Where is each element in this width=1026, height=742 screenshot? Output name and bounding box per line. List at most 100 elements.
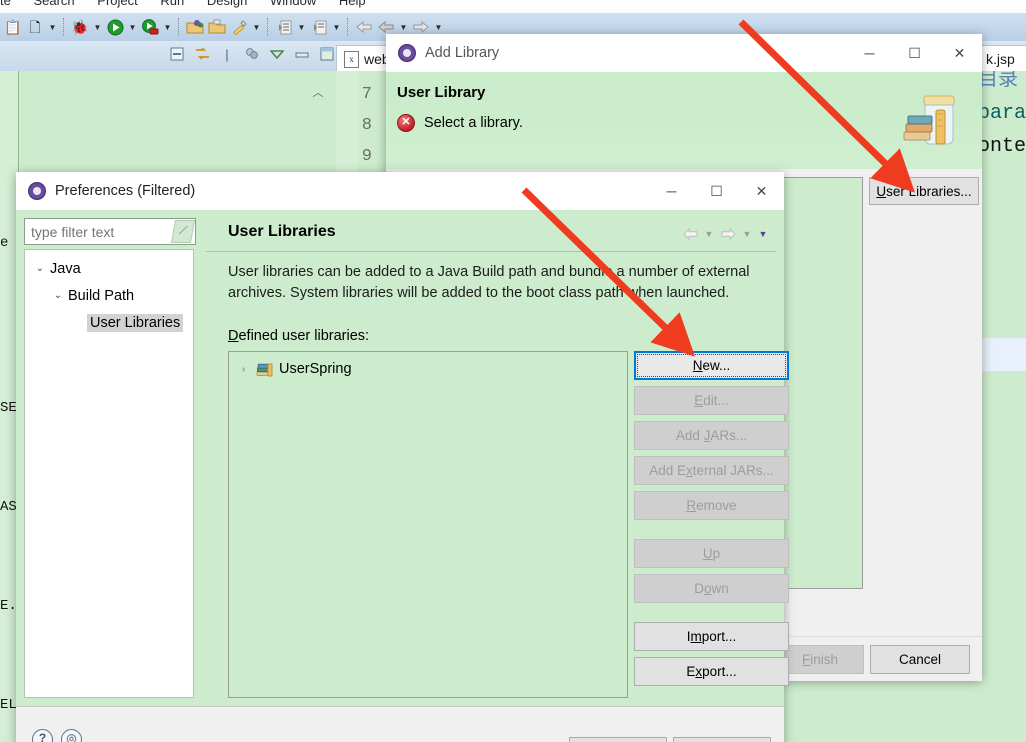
chevron-down-icon[interactable]: ⌄ bbox=[51, 290, 65, 301]
minimize-icon[interactable] bbox=[293, 45, 311, 63]
mnemonic-letter: R bbox=[686, 498, 697, 513]
new-wizard-dropdown[interactable]: ▼ bbox=[46, 16, 59, 38]
close-icon[interactable]: ✕ bbox=[937, 34, 982, 72]
tree-item-label: Java bbox=[50, 260, 81, 277]
forward-icon[interactable] bbox=[718, 224, 738, 244]
list-item[interactable]: › UserSpring bbox=[229, 358, 627, 380]
up-button[interactable]: Up bbox=[634, 539, 789, 568]
preferences-tree[interactable]: ⌄ Java ⌄ Build Path User Libraries bbox=[24, 249, 194, 698]
defined-libraries-label: Defined user libraries: bbox=[228, 328, 369, 344]
run-server-icon[interactable] bbox=[139, 16, 161, 38]
clear-filter-icon[interactable]: ⟋ bbox=[170, 220, 196, 243]
new-wizard-icon[interactable]: 🗋 bbox=[24, 16, 46, 38]
remove-button[interactable]: Remove bbox=[634, 491, 789, 520]
help-icon[interactable]: ? bbox=[32, 729, 53, 742]
add-external-jars-button[interactable]: Add External JARs... bbox=[634, 456, 789, 485]
cancel-button[interactable]: Cancel bbox=[673, 737, 771, 742]
tree-item-user-libraries[interactable]: User Libraries bbox=[25, 309, 193, 336]
preferences-body: ⟋ ⌄ Java ⌄ Build Path User Libraries Use… bbox=[16, 210, 789, 706]
chevron-right-icon[interactable]: › bbox=[237, 364, 250, 375]
next-annotation-icon[interactable] bbox=[273, 16, 295, 38]
defined-libraries-label-rest: efined user libraries: bbox=[238, 328, 370, 344]
page-menu-icon[interactable]: ▼ bbox=[756, 224, 770, 244]
new-java-class-icon[interactable]: 📋 bbox=[2, 16, 24, 38]
forward-dropdown[interactable]: ▼ bbox=[740, 224, 754, 244]
link-with-editor-icon[interactable] bbox=[193, 45, 211, 63]
next-annotation-dropdown[interactable]: ▼ bbox=[295, 16, 308, 38]
scroll-up-icon[interactable]: ︿ bbox=[310, 83, 326, 101]
menu-item[interactable]: Design bbox=[207, 0, 247, 8]
tree-item-java[interactable]: ⌄ Java bbox=[25, 255, 193, 282]
run-dropdown[interactable]: ▼ bbox=[126, 16, 139, 38]
menu-item[interactable]: Project bbox=[97, 0, 137, 8]
list-item-label: UserSpring bbox=[279, 361, 352, 377]
down-button[interactable]: Down bbox=[634, 574, 789, 603]
menu-item[interactable]: Help bbox=[339, 0, 366, 8]
preferences-dialog: Preferences (Filtered) ─ ☐ ✕ ⟋ ⌄ Java ⌄ … bbox=[16, 172, 789, 742]
minimize-icon[interactable]: ─ bbox=[847, 34, 892, 72]
preferences-titlebar: Preferences (Filtered) ─ ☐ ✕ bbox=[16, 172, 784, 211]
edit-button-label-rest: dit... bbox=[703, 393, 729, 408]
tree-item-build-path[interactable]: ⌄ Build Path bbox=[25, 282, 193, 309]
import-button[interactable]: Import... bbox=[634, 622, 789, 651]
back-dropdown[interactable]: ▼ bbox=[702, 224, 716, 244]
button-group-gap bbox=[634, 609, 789, 622]
maximize-icon[interactable] bbox=[318, 45, 336, 63]
tree-item-label: Build Path bbox=[68, 287, 135, 304]
add-jars-label-rest: ARs... bbox=[710, 428, 748, 443]
line-number: 8 bbox=[361, 116, 372, 135]
debug-dropdown[interactable]: ▼ bbox=[91, 16, 104, 38]
line-number: 7 bbox=[361, 85, 372, 104]
view-menu-icon[interactable] bbox=[268, 45, 286, 63]
add-library-title: Add Library bbox=[425, 45, 500, 61]
menu-item[interactable]: Search bbox=[33, 0, 74, 8]
export-button[interactable]: Export... bbox=[634, 657, 789, 686]
run-icon[interactable] bbox=[104, 16, 126, 38]
page-description: User libraries can be added to a Java Bu… bbox=[228, 264, 750, 301]
user-libraries-button[interactable]: User Libraries... bbox=[869, 177, 979, 205]
collapse-all-icon[interactable] bbox=[168, 45, 186, 63]
search-dropdown[interactable]: ▼ bbox=[250, 16, 263, 38]
user-libraries-button-column: New... Edit... Add JARs... Add External … bbox=[634, 351, 789, 692]
ok-button[interactable]: OK bbox=[569, 737, 667, 742]
previous-annotation-icon[interactable] bbox=[308, 16, 330, 38]
toolbar-separator bbox=[63, 18, 65, 36]
finish-button[interactable]: Finish bbox=[776, 645, 864, 674]
remove-button-label-rest: emove bbox=[696, 498, 737, 513]
previous-annotation-dropdown[interactable]: ▼ bbox=[330, 16, 343, 38]
user-libraries-list[interactable]: › UserSpring bbox=[228, 351, 628, 698]
debug-icon[interactable]: 🐞 bbox=[69, 16, 91, 38]
add-library-wizard-header: User Library ✕ Select a library. bbox=[386, 72, 982, 170]
edit-button[interactable]: Edit... bbox=[634, 386, 789, 415]
mnemonic-letter: U bbox=[876, 183, 887, 199]
minimize-icon[interactable]: ─ bbox=[649, 172, 694, 210]
chevron-down-icon[interactable]: ⌄ bbox=[33, 263, 47, 274]
finish-button-label-rest: inish bbox=[810, 652, 838, 667]
add-jars-button[interactable]: Add JARs... bbox=[634, 421, 789, 450]
editor-highlighted-line bbox=[978, 338, 1026, 371]
cancel-button[interactable]: Cancel bbox=[870, 645, 970, 674]
editor-tab-jsp[interactable]: k.jsp bbox=[978, 45, 1026, 72]
run-server-dropdown[interactable]: ▼ bbox=[161, 16, 174, 38]
code-fragment: 目录 bbox=[978, 71, 1018, 92]
back-icon[interactable] bbox=[680, 224, 700, 244]
open-package-icon[interactable] bbox=[184, 16, 206, 38]
search-icon[interactable] bbox=[228, 16, 250, 38]
preferences-footer: ? ◎ OK Cancel bbox=[16, 706, 784, 742]
maximize-icon[interactable]: ☐ bbox=[694, 172, 739, 210]
mnemonic-letter: E bbox=[694, 393, 704, 408]
back-icon[interactable] bbox=[353, 16, 375, 38]
menu-item[interactable]: Run bbox=[160, 0, 184, 8]
info-icon[interactable]: ◎ bbox=[61, 729, 82, 742]
close-icon[interactable]: ✕ bbox=[739, 172, 784, 210]
maximize-icon[interactable]: ☐ bbox=[892, 34, 937, 72]
mnemonic-letter: U bbox=[702, 546, 713, 561]
menu-item[interactable]: Window bbox=[270, 0, 316, 8]
new-button[interactable]: New... bbox=[634, 351, 789, 380]
search-input[interactable] bbox=[29, 222, 173, 241]
filters-icon[interactable] bbox=[243, 45, 261, 63]
editor-code-right-fragments: 目录 para onte r - 2并 spat e> bbox=[978, 71, 1026, 251]
menu-item[interactable]: te bbox=[0, 0, 11, 8]
export-button-label-rest: port... bbox=[702, 664, 737, 679]
open-type-icon[interactable] bbox=[206, 16, 228, 38]
